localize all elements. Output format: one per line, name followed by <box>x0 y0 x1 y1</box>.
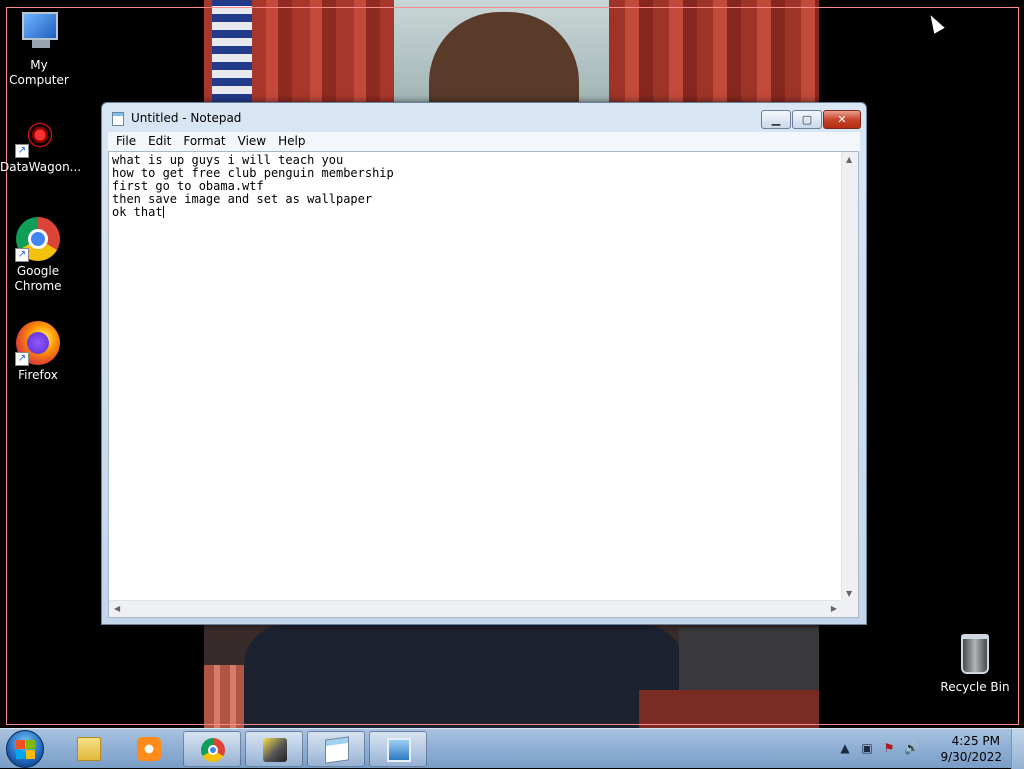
desktop-icon-datawagon[interactable]: ↗ DataWagon... <box>0 112 81 175</box>
desktop-icon-label: Firefox <box>18 368 58 382</box>
window-title: Untitled - Notepad <box>131 111 242 125</box>
start-button[interactable] <box>6 730 44 768</box>
datawagon-icon: ↗ <box>15 112 61 158</box>
menu-file[interactable]: File <box>108 132 142 151</box>
show-hidden-icons-icon[interactable]: ▲ <box>838 741 852 755</box>
recycle-bin-icon <box>952 632 998 678</box>
scroll-left-arrow-icon[interactable]: ◀ <box>114 604 120 613</box>
editor-text-content: what is up guys i will teach you how to … <box>112 153 394 219</box>
desktop-icon-firefox[interactable]: ↗ Firefox <box>0 320 76 383</box>
computer-icon <box>16 10 62 56</box>
taskbar-notepad-button[interactable] <box>307 731 365 767</box>
horizontal-scrollbar[interactable]: ◀ ▶ <box>109 600 842 617</box>
app-icon <box>263 738 287 762</box>
shortcut-arrow-icon: ↗ <box>15 352 29 366</box>
mouse-cursor-icon <box>925 12 945 34</box>
scroll-down-arrow-icon[interactable]: ▼ <box>846 589 852 598</box>
desktop-icon-my-computer[interactable]: My Computer <box>1 10 77 88</box>
notepad-icon <box>112 112 124 126</box>
vertical-scrollbar[interactable]: ▲ ▼ <box>841 152 858 601</box>
taskbar-explorer-button[interactable] <box>60 731 118 767</box>
network-icon[interactable]: ▣ <box>860 741 874 755</box>
menu-format[interactable]: Format <box>177 132 231 151</box>
wallpaper-flag <box>212 0 252 110</box>
minimize-button[interactable]: ▁ <box>761 110 791 129</box>
chrome-icon: ↗ <box>15 216 61 262</box>
maximize-button[interactable]: ▢ <box>792 110 822 129</box>
menu-bar: File Edit Format View Help <box>108 132 860 151</box>
scroll-right-arrow-icon[interactable]: ▶ <box>831 604 837 613</box>
desktop-icon-label: My Computer <box>9 58 69 87</box>
taskbar-app-button[interactable] <box>245 731 303 767</box>
folder-icon <box>77 737 101 761</box>
photo-viewer-icon <box>387 738 411 762</box>
menu-edit[interactable]: Edit <box>142 132 177 151</box>
desktop-icon-label: Google Chrome <box>14 264 62 293</box>
taskbar-chrome-button[interactable] <box>183 731 241 767</box>
chrome-icon <box>201 738 225 762</box>
taskbar-media-player-button[interactable] <box>120 731 178 767</box>
wallpaper-person-suit <box>244 625 684 728</box>
windows-logo-part <box>26 740 35 749</box>
system-tray: ▲ ▣ ⚑ 🔊 4:25 PM 9/30/2022 <box>834 729 1024 769</box>
clock-date[interactable]: 9/30/2022 <box>940 750 1002 764</box>
window-titlebar[interactable]: Untitled - Notepad ▁ ▢ ✕ <box>102 103 866 133</box>
text-editor-area[interactable]: what is up guys i will teach you how to … <box>108 151 859 618</box>
text-caret <box>162 206 164 218</box>
firefox-icon: ↗ <box>15 320 61 366</box>
windows-logo-icon <box>16 740 25 749</box>
close-button[interactable]: ✕ <box>823 110 861 129</box>
desktop-icon-label: DataWagon... <box>0 160 82 174</box>
windows-logo-part <box>26 750 35 759</box>
desktop-icon-google-chrome[interactable]: ↗ Google Chrome <box>0 216 76 294</box>
media-player-icon <box>137 737 161 761</box>
notepad-window[interactable]: Untitled - Notepad ▁ ▢ ✕ File Edit Format V… <box>101 102 867 625</box>
windows-logo-part <box>16 750 25 759</box>
resize-grip-icon[interactable] <box>841 600 858 617</box>
volume-icon[interactable]: 🔊 <box>904 741 919 755</box>
show-desktop-button[interactable] <box>1011 729 1024 769</box>
wallpaper-curtain-right <box>609 0 819 110</box>
scroll-up-arrow-icon[interactable]: ▲ <box>846 155 852 164</box>
wallpaper-desk-front <box>639 690 819 728</box>
desktop-icon-recycle-bin[interactable]: Recycle Bin <box>937 632 1013 695</box>
clock-time[interactable]: 4:25 PM <box>952 734 1000 748</box>
menu-help[interactable]: Help <box>272 132 311 151</box>
notepad-icon <box>325 736 349 764</box>
menu-view[interactable]: View <box>232 132 272 151</box>
taskbar-photo-viewer-button[interactable] <box>369 731 427 767</box>
shortcut-arrow-icon: ↗ <box>15 248 29 262</box>
action-center-icon[interactable]: ⚑ <box>882 741 896 755</box>
shortcut-arrow-icon: ↗ <box>15 144 29 158</box>
taskbar: ▲ ▣ ⚑ 🔊 4:25 PM 9/30/2022 <box>0 728 1024 769</box>
desktop-icon-label: Recycle Bin <box>940 680 1010 694</box>
editor-text[interactable]: what is up guys i will teach you how to … <box>112 154 842 594</box>
